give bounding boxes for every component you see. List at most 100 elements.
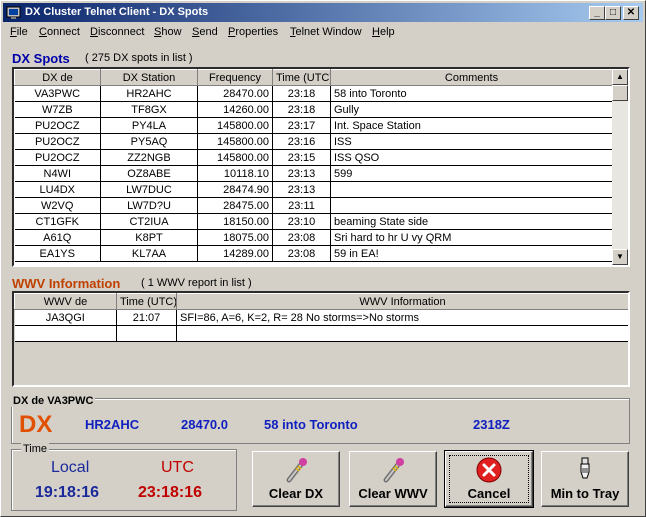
close-button[interactable]: ✕ [623,6,639,20]
cell-time: 23:11 [272,197,331,214]
cell-time: 23:18 [272,85,331,102]
table-row[interactable]: JA3QGI 21:07 SFI=86, A=6, K=2, R= 28 No … [14,309,628,326]
min-to-tray-button[interactable]: Min to Tray [541,451,629,507]
cancel-x-icon [476,457,502,483]
scroll-thumb[interactable] [612,85,628,101]
cell-dx-station: HR2AHC [100,85,198,102]
cell-dx-de: LU4DX [14,181,101,198]
menu-help[interactable]: Help [372,26,395,38]
eraser-pencil-icon [383,458,404,483]
menu-connect[interactable]: Connect [39,26,80,38]
cell-frequency: 28475.00 [197,197,273,214]
wwv-heading: WWV Information [12,276,121,291]
table-row[interactable]: A61Q K8PT 18075.00 23:08 Sri hard to hr U vy… [14,229,613,246]
table-row[interactable]: W7ZB TF8GX 14260.00 23:18 Gully [14,101,613,118]
cell-time: 23:13 [272,181,331,198]
cell-wwv-info: SFI=86, A=6, K=2, R= 28 No storms=>No st… [176,309,628,326]
menu-bar: File Connect Disconnect Show Send Proper… [3,24,643,42]
col-wwv-time[interactable]: Time (UTC) [116,293,177,310]
col-wwv-de[interactable]: WWV de [14,293,117,310]
clear-wwv-button[interactable]: Clear WWV [349,451,437,507]
cell-frequency: 145800.00 [197,149,273,166]
cell-empty [116,325,177,342]
cell-dx-station: LW7DUC [100,181,198,198]
cell-time: 23:16 [272,133,331,150]
cell-dx-de: PU2OCZ [14,117,101,134]
pointing-hand-icon [580,457,590,479]
table-row-empty[interactable] [14,325,628,342]
wwv-count: ( 1 WWV report in list ) [141,277,252,289]
arrow-down-icon: ▼ [616,252,624,261]
dx-comment-value: 58 into Toronto [264,417,358,432]
table-row[interactable]: CT1GFK CT2IUA 18150.00 23:10 beaming State s… [14,213,613,230]
dx-spots-table: DX de DX Station Frequency Time (UTC) Co… [14,69,613,262]
cell-frequency: 18075.00 [197,229,273,246]
menu-telnet-window[interactable]: Telnet Window [290,26,362,38]
scroll-up-button[interactable]: ▲ [612,69,628,85]
eraser-pencil-icon [286,458,307,483]
col-time-utc[interactable]: Time (UTC) [272,69,331,86]
menu-file[interactable]: File [10,26,28,38]
table-row[interactable]: EA1YS KL7AA 14289.00 23:08 59 in EA! [14,245,613,262]
cell-comment [330,197,613,214]
cell-empty [14,325,117,342]
dx-spots-scrollbar[interactable]: ▲ ▼ [612,69,628,265]
col-dx-station[interactable]: DX Station [100,69,198,86]
table-row[interactable]: LU4DX LW7DUC 28474.90 23:13 [14,181,613,198]
cell-comment: ISS [330,133,613,150]
cell-dx-station: PY4LA [100,117,198,134]
table-row[interactable]: PU2OCZ ZZ2NGB 145800.00 23:15 ISS QSO [14,149,613,166]
menu-show[interactable]: Show [154,26,182,38]
menu-send[interactable]: Send [192,26,218,38]
cell-comment: 599 [330,165,613,182]
cell-dx-de: PU2OCZ [14,149,101,166]
cancel-button[interactable]: Cancel [444,450,534,508]
dx-spots-grid[interactable]: DX de DX Station Frequency Time (UTC) Co… [12,67,630,267]
cell-frequency: 28470.00 [197,85,273,102]
cell-comment: Gully [330,101,613,118]
col-frequency[interactable]: Frequency [197,69,273,86]
minimize-button[interactable]: _ [589,6,605,20]
maximize-button[interactable]: □ [605,6,621,20]
menu-disconnect[interactable]: Disconnect [90,26,144,38]
window-title: DX Cluster Telnet Client - DX Spots [25,6,209,18]
minimize-icon: _ [594,7,600,18]
wwv-grid[interactable]: WWV de Time (UTC) WWV Information JA3QGI… [12,291,630,387]
col-comments[interactable]: Comments [330,69,613,86]
cell-frequency: 14289.00 [197,245,273,262]
cell-dx-de: W2VQ [14,197,101,214]
table-row[interactable]: PU2OCZ PY5AQ 145800.00 23:16 ISS [14,133,613,150]
clear-dx-label: Clear DX [268,486,324,501]
table-row[interactable]: VA3PWC HR2AHC 28470.00 23:18 58 into Toronto [14,85,613,102]
cell-dx-station: K8PT [100,229,198,246]
main-window: DX Cluster Telnet Client - DX Spots _ □ … [0,0,646,517]
cell-frequency: 145800.00 [197,133,273,150]
table-row[interactable]: N4WI OZ8ABE 10118.10 23:13 599 [14,165,613,182]
cell-dx-de: VA3PWC [14,85,101,102]
cell-dx-de: PU2OCZ [14,133,101,150]
table-row[interactable]: W2VQ LW7D?U 28475.00 23:11 [14,197,613,214]
dx-spots-count: ( 275 DX spots in list ) [85,52,193,64]
cell-frequency: 145800.00 [197,117,273,134]
table-row[interactable]: PU2OCZ PY4LA 145800.00 23:17 Int. Space Stat… [14,117,613,134]
cell-wwv-de: JA3QGI [14,309,117,326]
cell-frequency: 10118.10 [197,165,273,182]
col-dx-de[interactable]: DX de [14,69,101,86]
cell-time: 23:18 [272,101,331,118]
cell-comment: 58 into Toronto [330,85,613,102]
cell-dx-de: EA1YS [14,245,101,262]
app-icon [6,6,21,19]
cell-dx-de: W7ZB [14,101,101,118]
cell-dx-station: OZ8ABE [100,165,198,182]
local-label: Local [51,459,90,476]
title-bar[interactable]: DX Cluster Telnet Client - DX Spots _ □ … [3,3,643,22]
cell-frequency: 18150.00 [197,213,273,230]
close-icon: ✕ [626,7,636,18]
cancel-label: Cancel [467,486,511,501]
menu-properties[interactable]: Properties [228,26,278,38]
col-wwv-info[interactable]: WWV Information [176,293,628,310]
cell-dx-station: ZZ2NGB [100,149,198,166]
clear-dx-button[interactable]: Clear DX [252,451,340,507]
wwv-header-row: WWV de Time (UTC) WWV Information [14,293,628,310]
scroll-down-button[interactable]: ▼ [612,249,628,265]
